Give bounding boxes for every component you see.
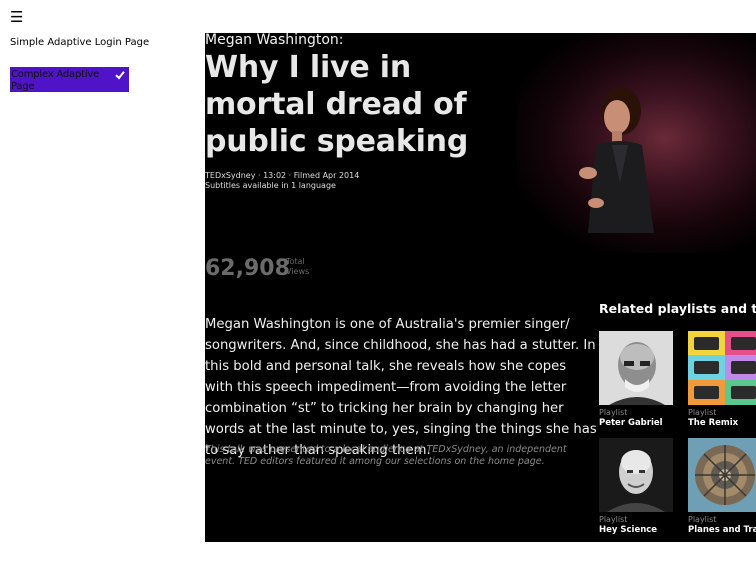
card-kind: Playlist (688, 408, 717, 417)
checkmark-icon (115, 71, 125, 80)
talk-meta-event: TEDxSydney · 13:02 · Filmed Apr 2014 (205, 171, 360, 180)
related-card-the-remix[interactable]: Playlist The Remix (688, 331, 756, 429)
playlist-thumbnail (688, 331, 756, 405)
related-heading: Related playlists and talks (599, 301, 756, 316)
card-name: Hey Science (599, 525, 658, 535)
playlist-thumbnail (688, 438, 756, 512)
related-card-peter-gabriel[interactable]: Playlist Peter Gabriel (599, 331, 675, 429)
hamburger-icon[interactable]: ☰ (10, 9, 23, 25)
related-card-hey-science[interactable]: Playlist Hey Science (599, 438, 675, 536)
card-kind: Playlist (688, 515, 717, 524)
speaker-name: Megan Washington: (205, 33, 344, 48)
talk-meta-subtitles: Subtitles available in 1 language (205, 181, 336, 190)
views-label-line2: Views (286, 267, 310, 276)
nav-item-label: Complex Adaptive Page (11, 69, 100, 92)
views-label-line1: Total (286, 257, 305, 266)
playlist-thumbnail (599, 331, 673, 405)
talk-title: Why I live in mortal dread of public spe… (205, 50, 469, 159)
card-kind: Playlist (599, 408, 628, 417)
card-kind: Playlist (599, 515, 628, 524)
talk-note: This talk was presented to a local audie… (205, 444, 567, 467)
nav-item-label: Simple Adaptive Login Page (10, 37, 150, 48)
playlist-thumbnail (599, 438, 673, 512)
views-count: 62,908 (205, 256, 290, 281)
card-name: Peter Gabriel (599, 418, 663, 428)
nav-item-simple-adaptive-login[interactable]: Simple Adaptive Login Page (10, 37, 149, 49)
talk-description: Megan Washington is one of Australia's p… (205, 317, 597, 458)
talk-meta: TEDxSydney · 13:02 · Filmed Apr 2014 Sub… (205, 171, 359, 191)
nav-item-complex-adaptive-page[interactable]: Complex Adaptive Page (10, 67, 129, 92)
talk-detail-panel: Megan Washington: Why I live in mortal d… (205, 33, 756, 542)
speaker-hero-image (516, 33, 756, 253)
views-label: Total Views (286, 257, 309, 277)
speaker-illustration (579, 87, 654, 233)
card-name: The Remix (688, 418, 739, 428)
card-name: Planes and Trains (688, 525, 756, 535)
related-card-planes-and-trains[interactable]: Playlist Planes and Trains (688, 438, 756, 536)
